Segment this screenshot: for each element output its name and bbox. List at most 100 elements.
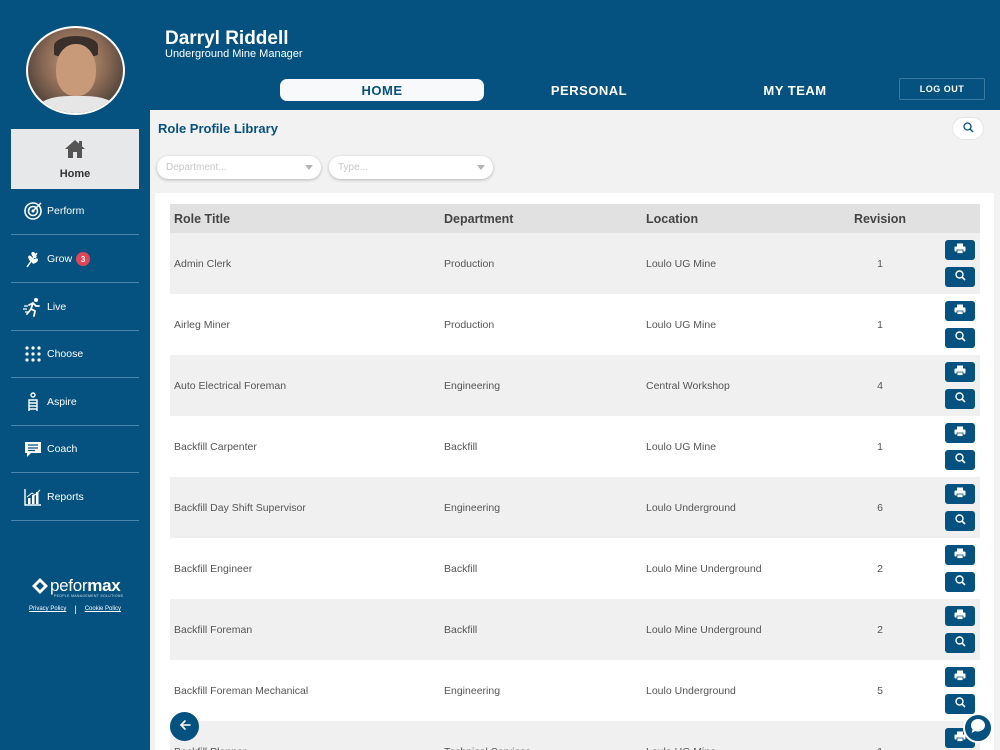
table-row[interactable]: Backfill Day Shift Supervisor Engineering… bbox=[170, 477, 980, 538]
sidebar-item-choose[interactable]: Choose bbox=[11, 331, 139, 378]
tab-home[interactable]: HOME bbox=[280, 79, 484, 101]
table-row[interactable]: Auto Electrical Foreman Engineering Centra… bbox=[170, 355, 980, 416]
sidebar-item-aspire[interactable]: Aspire bbox=[11, 379, 139, 426]
tab-personal[interactable]: PERSONAL bbox=[487, 79, 691, 101]
search-icon bbox=[954, 270, 966, 284]
cell-department: Engineering bbox=[444, 684, 501, 697]
peformax-logo: peformax bbox=[32, 576, 121, 596]
print-button[interactable] bbox=[945, 423, 975, 443]
tab-my-team[interactable]: MY TEAM bbox=[693, 79, 897, 101]
table-header: Role Title Department Location Revision bbox=[170, 204, 980, 233]
cell-department: Production bbox=[444, 257, 495, 270]
view-button[interactable] bbox=[945, 267, 975, 287]
cell-role-title: Backfill Carpenter bbox=[174, 440, 257, 453]
sidebar: Home Perform Grow 3 Live Choose Aspire C… bbox=[0, 110, 150, 750]
arrow-left-icon bbox=[179, 718, 191, 736]
cell-role-title: Airleg Miner bbox=[174, 318, 231, 331]
avatar-face bbox=[56, 44, 96, 96]
printer-icon bbox=[954, 548, 966, 562]
cell-role-title: Backfill Foreman Mechanical bbox=[174, 684, 309, 697]
search-button[interactable] bbox=[953, 118, 983, 139]
sidebar-item-live[interactable]: Live bbox=[11, 284, 139, 331]
table-row[interactable]: Backfill Foreman Mechanical Engineering Lo… bbox=[170, 660, 980, 721]
sidebar-item-label: Live bbox=[47, 301, 67, 313]
table-row[interactable]: Backfill Carpenter Backfill Loulo UG Mine 1 bbox=[170, 416, 980, 477]
header-department[interactable]: Department bbox=[444, 212, 513, 226]
wheat-icon bbox=[22, 248, 44, 270]
chevron-down-icon bbox=[477, 165, 485, 170]
cell-department: Backfill bbox=[444, 623, 478, 636]
table-row[interactable]: Airleg Miner Production Loulo UG Mine 1 bbox=[170, 294, 980, 355]
logout-button[interactable]: LOG OUT bbox=[899, 78, 985, 100]
cell-location: Loulo UG Mine bbox=[646, 257, 717, 270]
role-profile-table: Role Title Department Location Revision … bbox=[170, 204, 980, 750]
cell-revision: 1 bbox=[877, 257, 883, 270]
cell-location: Loulo Mine Underground bbox=[646, 562, 762, 575]
print-button[interactable] bbox=[945, 240, 975, 260]
privacy-policy-link[interactable]: Privacy Policy bbox=[29, 606, 66, 612]
sidebar-item-label: Coach bbox=[47, 443, 78, 455]
view-button[interactable] bbox=[945, 328, 975, 348]
print-button[interactable] bbox=[945, 301, 975, 321]
sidebar-item-home[interactable]: Home bbox=[11, 129, 139, 189]
view-button[interactable] bbox=[945, 633, 975, 653]
view-button[interactable] bbox=[945, 450, 975, 470]
chat-button[interactable] bbox=[963, 713, 993, 743]
header-role-title[interactable]: Role Title bbox=[174, 212, 230, 226]
print-button[interactable] bbox=[945, 545, 975, 565]
search-icon bbox=[962, 120, 974, 138]
chevron-down-icon bbox=[305, 165, 313, 170]
cell-revision: 4 bbox=[877, 379, 883, 392]
sidebar-item-label: Aspire bbox=[47, 396, 77, 408]
print-button[interactable] bbox=[945, 484, 975, 504]
view-button[interactable] bbox=[945, 694, 975, 714]
table-row[interactable]: Backfill Foreman Backfill Loulo Mine Under… bbox=[170, 599, 980, 660]
printer-icon bbox=[954, 487, 966, 501]
type-placeholder: Type... bbox=[338, 162, 369, 173]
header-location[interactable]: Location bbox=[646, 212, 698, 226]
sidebar-item-coach[interactable]: Coach bbox=[11, 426, 139, 473]
sidebar-item-label: Grow bbox=[47, 253, 73, 265]
view-button[interactable] bbox=[945, 389, 975, 409]
cell-location: Loulo UG Mine bbox=[646, 746, 716, 750]
header-revision[interactable]: Revision bbox=[850, 212, 910, 226]
user-avatar[interactable] bbox=[26, 26, 125, 115]
dots-grid-icon bbox=[22, 343, 44, 365]
cell-location: Central Workshop bbox=[646, 379, 730, 392]
search-icon bbox=[954, 514, 966, 528]
sidebar-item-grow[interactable]: Grow 3 bbox=[11, 236, 139, 283]
footer-links: Privacy Policy | Cookie Policy bbox=[29, 604, 121, 614]
cell-revision: 2 bbox=[877, 562, 883, 575]
target-icon bbox=[22, 200, 44, 222]
department-select[interactable]: Department... bbox=[157, 156, 321, 179]
cell-role-title: Backfill Foreman bbox=[174, 623, 253, 636]
brand-tagline: PEOPLE MANAGEMENT SOLUTIONS bbox=[54, 594, 124, 598]
ladder-icon bbox=[22, 391, 44, 413]
print-button[interactable] bbox=[945, 667, 975, 687]
sidebar-item-reports[interactable]: Reports bbox=[11, 474, 139, 521]
cell-revision: 1 bbox=[877, 318, 883, 331]
cell-department: Production bbox=[444, 318, 495, 331]
cookie-policy-link[interactable]: Cookie Policy bbox=[85, 606, 121, 612]
back-button[interactable] bbox=[170, 712, 199, 741]
role-table-card: Role Title Department Location Revision … bbox=[155, 193, 994, 750]
search-icon bbox=[954, 331, 966, 345]
print-button[interactable] bbox=[945, 606, 975, 626]
cell-location: Loulo Underground bbox=[646, 501, 736, 514]
type-select[interactable]: Type... bbox=[329, 156, 493, 179]
table-row[interactable]: Backfill Planner Technical Services Loulo … bbox=[170, 721, 980, 750]
view-button[interactable] bbox=[945, 511, 975, 531]
avatar-shirt bbox=[38, 96, 116, 113]
table-row[interactable]: Admin Clerk Production Loulo UG Mine 1 bbox=[170, 233, 980, 294]
print-button[interactable] bbox=[945, 362, 975, 382]
table-row[interactable]: Backfill Engineer Backfill Loulo Mine Unde… bbox=[170, 538, 980, 599]
printer-icon bbox=[954, 426, 966, 440]
search-icon bbox=[954, 575, 966, 589]
department-placeholder: Department... bbox=[166, 162, 227, 173]
cell-role-title: Backfill Day Shift Supervisor bbox=[174, 501, 306, 514]
view-button[interactable] bbox=[945, 572, 975, 592]
cell-role-title: Auto Electrical Foreman bbox=[174, 379, 287, 392]
printer-icon bbox=[954, 609, 966, 623]
sidebar-item-perform[interactable]: Perform bbox=[11, 188, 139, 235]
cell-revision: 2 bbox=[877, 623, 883, 636]
